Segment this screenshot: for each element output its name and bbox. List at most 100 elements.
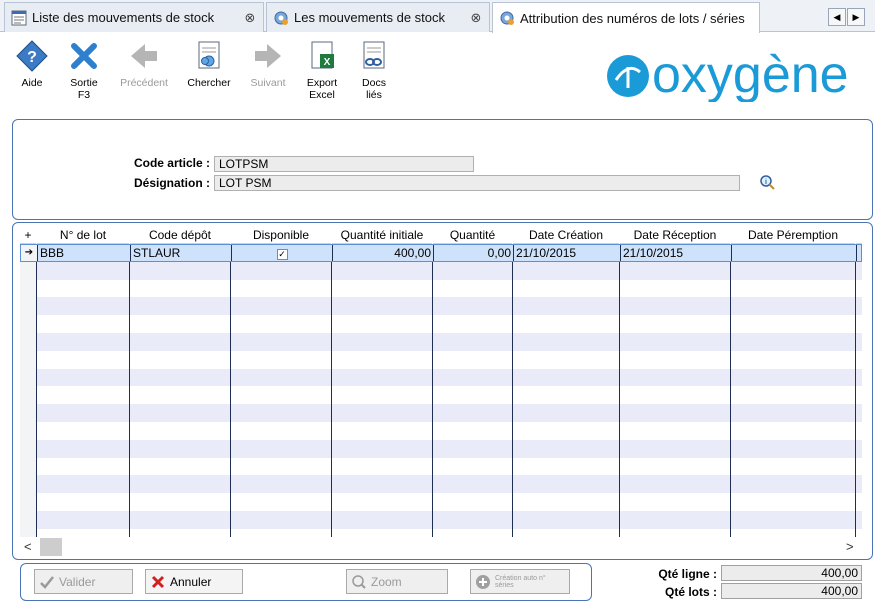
creation-auto-button[interactable]: Création auto n° séries bbox=[470, 569, 570, 594]
empty-row[interactable] bbox=[20, 332, 862, 351]
empty-cell[interactable] bbox=[130, 528, 231, 537]
empty-cell[interactable] bbox=[231, 528, 332, 537]
empty-cell[interactable] bbox=[620, 404, 731, 422]
col-header-lot[interactable]: N° de lot bbox=[37, 227, 130, 244]
cell-lot[interactable]: BBB bbox=[38, 245, 131, 261]
empty-cell[interactable] bbox=[37, 439, 130, 458]
empty-cell[interactable] bbox=[332, 421, 433, 440]
col-header-date-reception[interactable]: Date Réception bbox=[620, 227, 731, 244]
empty-row[interactable] bbox=[20, 297, 862, 316]
suivant-button[interactable]: Suivant bbox=[238, 39, 298, 89]
empty-cell[interactable] bbox=[513, 386, 620, 405]
cell-date-creation[interactable]: 21/10/2015 bbox=[514, 245, 621, 261]
empty-cell[interactable] bbox=[332, 386, 433, 405]
empty-row[interactable] bbox=[20, 439, 862, 458]
empty-cell[interactable] bbox=[433, 510, 513, 529]
empty-cell[interactable] bbox=[433, 475, 513, 494]
empty-cell[interactable] bbox=[731, 279, 856, 298]
col-header-disponible[interactable]: Disponible bbox=[231, 227, 332, 244]
empty-cell[interactable] bbox=[130, 297, 231, 316]
sortie-button[interactable]: Sortie F3 bbox=[54, 39, 114, 101]
cell-date-reception[interactable]: 21/10/2015 bbox=[621, 245, 732, 261]
empty-cell[interactable] bbox=[130, 421, 231, 440]
empty-cell[interactable] bbox=[231, 457, 332, 476]
empty-row[interactable] bbox=[20, 386, 862, 405]
empty-cell[interactable] bbox=[332, 439, 433, 458]
empty-cell[interactable] bbox=[433, 350, 513, 369]
empty-cell[interactable] bbox=[37, 493, 130, 511]
empty-cell[interactable] bbox=[332, 368, 433, 387]
tab-attribution-lots[interactable]: Attribution des numéros de lots / séries bbox=[492, 2, 760, 33]
empty-cell[interactable] bbox=[130, 439, 231, 458]
empty-cell[interactable] bbox=[620, 439, 731, 458]
empty-cell[interactable] bbox=[620, 279, 731, 298]
close-icon[interactable]: ⊗ bbox=[243, 10, 257, 26]
empty-cell[interactable] bbox=[231, 261, 332, 280]
empty-cell[interactable] bbox=[130, 350, 231, 369]
empty-cell[interactable] bbox=[513, 421, 620, 440]
tab-liste-mouvements[interactable]: Liste des mouvements de stock ⊗ bbox=[4, 2, 264, 32]
empty-cell[interactable] bbox=[731, 404, 856, 422]
empty-cell[interactable] bbox=[332, 350, 433, 369]
empty-cell[interactable] bbox=[332, 457, 433, 476]
empty-cell[interactable] bbox=[731, 368, 856, 387]
empty-cell[interactable] bbox=[37, 368, 130, 387]
code-article-field[interactable]: LOTPSM bbox=[214, 156, 474, 172]
empty-cell[interactable] bbox=[620, 297, 731, 316]
empty-cell[interactable] bbox=[731, 332, 856, 351]
cell-depot[interactable]: STLAUR bbox=[131, 245, 232, 261]
empty-cell[interactable] bbox=[731, 297, 856, 316]
empty-cell[interactable] bbox=[37, 404, 130, 422]
empty-cell[interactable] bbox=[433, 457, 513, 476]
empty-cell[interactable] bbox=[37, 350, 130, 369]
empty-cell[interactable] bbox=[513, 279, 620, 298]
empty-cell[interactable] bbox=[37, 332, 130, 351]
empty-cell[interactable] bbox=[620, 350, 731, 369]
empty-cell[interactable] bbox=[433, 279, 513, 298]
empty-cell[interactable] bbox=[231, 386, 332, 405]
empty-cell[interactable] bbox=[130, 332, 231, 351]
col-header-date-peremption[interactable]: Date Péremption bbox=[731, 227, 856, 244]
empty-cell[interactable] bbox=[731, 421, 856, 440]
empty-cell[interactable] bbox=[231, 315, 332, 333]
empty-cell[interactable] bbox=[130, 315, 231, 333]
tab-prev-button[interactable]: ◀ bbox=[828, 8, 846, 26]
empty-cell[interactable] bbox=[513, 350, 620, 369]
empty-cell[interactable] bbox=[130, 510, 231, 529]
empty-cell[interactable] bbox=[332, 493, 433, 511]
empty-cell[interactable] bbox=[620, 386, 731, 405]
empty-cell[interactable] bbox=[731, 493, 856, 511]
empty-cell[interactable] bbox=[620, 261, 731, 280]
empty-cell[interactable] bbox=[731, 315, 856, 333]
empty-cell[interactable] bbox=[620, 475, 731, 494]
empty-cell[interactable] bbox=[130, 475, 231, 494]
empty-cell[interactable] bbox=[130, 386, 231, 405]
empty-cell[interactable] bbox=[433, 528, 513, 537]
empty-row[interactable] bbox=[20, 315, 862, 333]
empty-cell[interactable] bbox=[433, 493, 513, 511]
tab-mouvements-stock[interactable]: Les mouvements de stock ⊗ bbox=[266, 2, 490, 32]
empty-cell[interactable] bbox=[231, 279, 332, 298]
empty-cell[interactable] bbox=[130, 404, 231, 422]
empty-cell[interactable] bbox=[37, 510, 130, 529]
empty-cell[interactable] bbox=[731, 528, 856, 537]
empty-cell[interactable] bbox=[433, 386, 513, 405]
designation-field[interactable]: LOT PSM bbox=[214, 175, 740, 191]
empty-cell[interactable] bbox=[332, 332, 433, 351]
empty-cell[interactable] bbox=[620, 421, 731, 440]
empty-cell[interactable] bbox=[513, 475, 620, 494]
empty-cell[interactable] bbox=[130, 261, 231, 280]
empty-cell[interactable] bbox=[37, 421, 130, 440]
empty-row[interactable] bbox=[20, 457, 862, 476]
empty-cell[interactable] bbox=[513, 368, 620, 387]
empty-cell[interactable] bbox=[731, 386, 856, 405]
empty-cell[interactable] bbox=[37, 315, 130, 333]
empty-cell[interactable] bbox=[513, 457, 620, 476]
empty-row[interactable] bbox=[20, 279, 862, 298]
col-header-depot[interactable]: Code dépôt bbox=[130, 227, 231, 244]
empty-cell[interactable] bbox=[231, 332, 332, 351]
empty-cell[interactable] bbox=[620, 457, 731, 476]
col-header-qte-initiale[interactable]: Quantité initiale bbox=[332, 227, 433, 244]
empty-cell[interactable] bbox=[731, 510, 856, 529]
scroll-thumb[interactable] bbox=[40, 538, 62, 556]
